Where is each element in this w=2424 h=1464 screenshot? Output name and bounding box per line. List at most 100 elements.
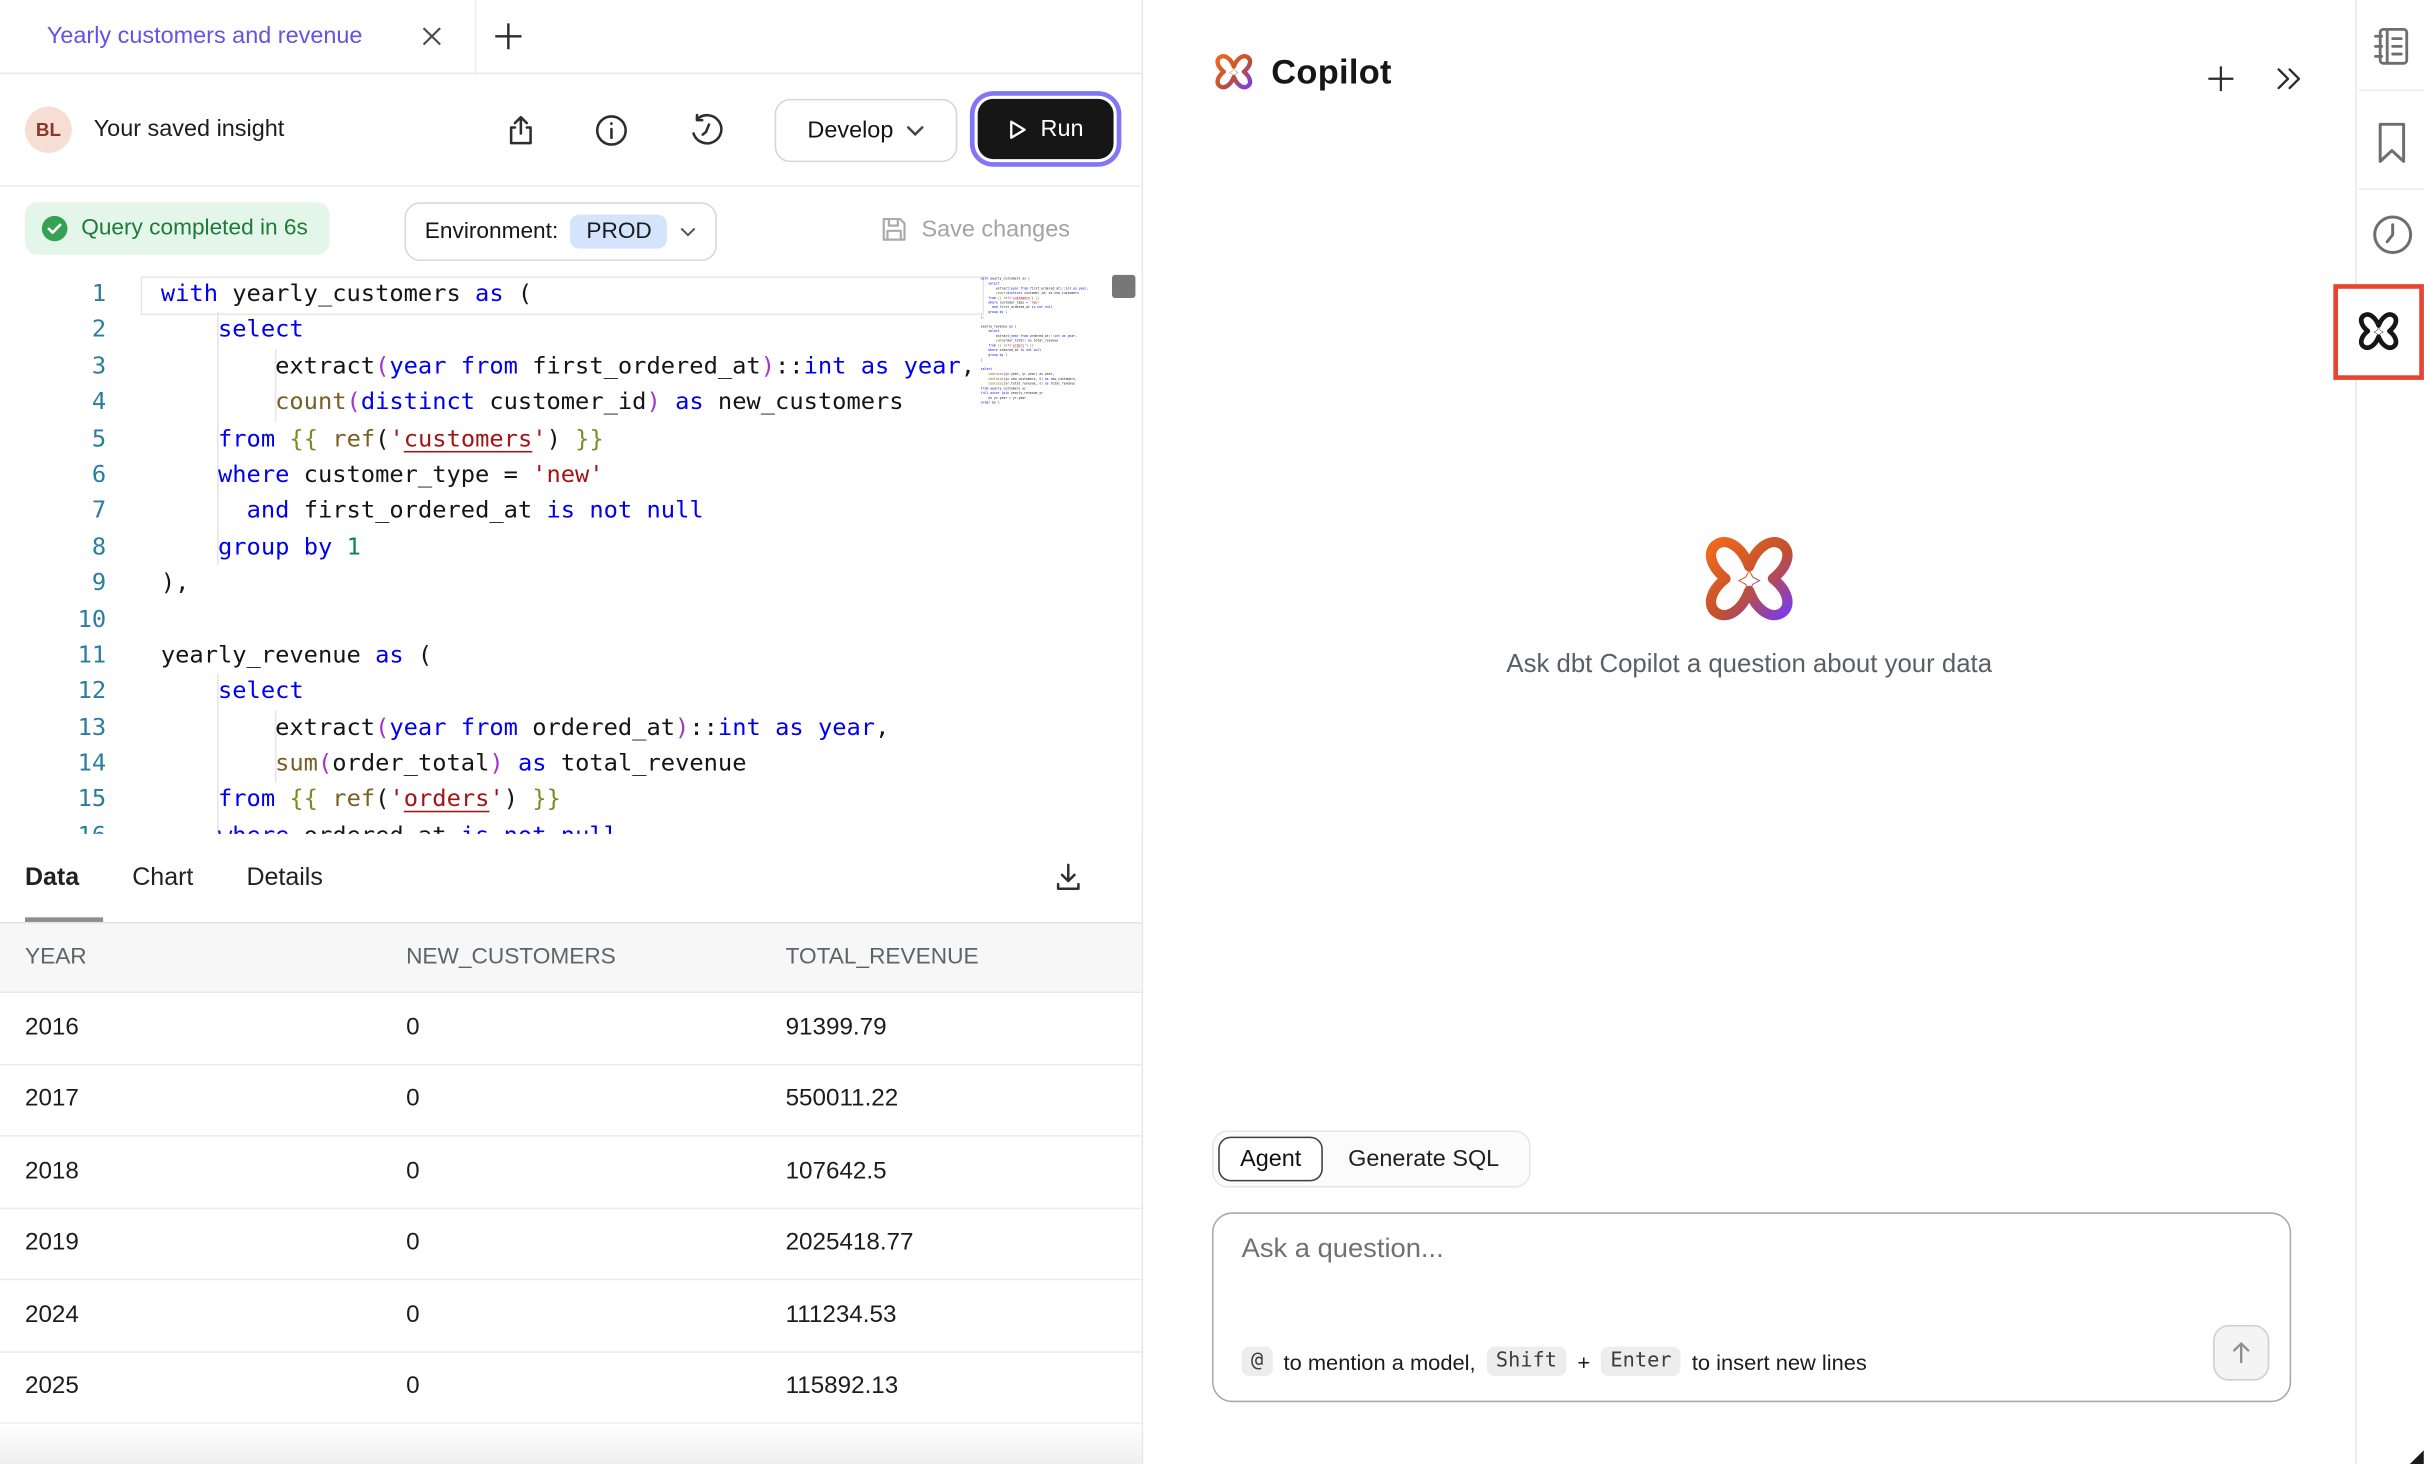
results-table-body: 2016091399.7920170550011.2220180107642.5… <box>0 993 1142 1424</box>
chevron-down-icon <box>680 226 697 237</box>
table-cell: 2019 <box>25 1230 406 1258</box>
tab-yearly-customers-and-revenue[interactable]: Yearly customers and revenue <box>0 0 476 73</box>
line-number: 10 <box>0 602 106 638</box>
code-line[interactable]: 9), <box>0 565 1142 601</box>
query-editor-panel: Yearly customers and revenue BL Your sav… <box>0 0 1143 1464</box>
history-icon[interactable] <box>689 113 725 149</box>
copilot-title: Copilot <box>1271 53 1392 93</box>
hint-mention-text: to mention a model, <box>1284 1349 1476 1374</box>
copilot-question-input[interactable]: Ask a question... @ to mention a model, … <box>1212 1212 2291 1402</box>
mode-agent-button[interactable]: Agent <box>1218 1137 1323 1182</box>
copilot-empty-state-text: Ask dbt Copilot a question about your da… <box>1143 650 2355 679</box>
code-line[interactable]: 2 select <box>0 313 1142 349</box>
code-line[interactable]: 11yearly_revenue as ( <box>0 638 1142 674</box>
line-number: 14 <box>0 746 106 782</box>
share-icon[interactable] <box>503 113 539 149</box>
line-number: 8 <box>0 529 106 565</box>
history-clock-icon[interactable] <box>2371 213 2415 256</box>
chevron-down-icon <box>906 124 925 136</box>
table-row: 2016091399.79 <box>0 993 1142 1065</box>
table-cell: 0 <box>406 1230 786 1258</box>
close-tab-icon[interactable] <box>419 23 446 49</box>
code-line[interactable]: 6 where customer_type = 'new' <box>0 457 1142 493</box>
run-button[interactable]: Run <box>978 99 1114 159</box>
hint-newlines-text: to insert new lines <box>1692 1349 1867 1374</box>
column-header-total-revenue: TOTAL_REVENUE <box>786 945 1142 970</box>
develop-dropdown[interactable]: Develop <box>775 99 958 162</box>
table-cell: 111234.53 <box>786 1301 1142 1329</box>
table-row: 20240111234.53 <box>0 1280 1142 1352</box>
tab-details[interactable]: Details <box>246 864 322 892</box>
line-number: 5 <box>0 421 106 457</box>
code-line[interactable]: 12 select <box>0 674 1142 710</box>
code-line[interactable]: 16 where ordered_at is not null <box>0 818 1142 834</box>
line-number: 16 <box>0 818 106 834</box>
info-icon[interactable] <box>593 113 629 149</box>
table-row: 20250115892.13 <box>0 1352 1142 1424</box>
arrow-up-icon <box>2230 1340 2252 1365</box>
line-number: 9 <box>0 565 106 601</box>
play-icon <box>1008 118 1028 140</box>
code-line[interactable]: 3 extract(year from first_ordered_at)::i… <box>0 349 1142 385</box>
table-row: 20180107642.5 <box>0 1137 1142 1209</box>
code-line[interactable]: 15 from {{ ref('orders') }} <box>0 782 1142 818</box>
code-line[interactable]: 4 count(distinct customer_id) as new_cus… <box>0 385 1142 421</box>
dbt-copilot-icon <box>1212 51 1256 94</box>
save-changes-label: Save changes <box>921 215 1069 241</box>
table-cell: 0 <box>406 1086 786 1114</box>
save-icon <box>879 214 909 243</box>
table-cell: 115892.13 <box>786 1373 1142 1401</box>
line-number: 4 <box>0 385 106 421</box>
active-tab-underline <box>25 917 103 922</box>
table-cell: 0 <box>406 1158 786 1186</box>
bookmark-icon[interactable] <box>2374 120 2410 165</box>
new-chat-icon[interactable] <box>2205 63 2236 94</box>
lineage-notebook-icon[interactable] <box>2371 25 2413 68</box>
send-button[interactable] <box>2213 1325 2269 1381</box>
download-icon[interactable] <box>1051 860 1085 894</box>
code-line[interactable]: 10 <box>0 602 1142 638</box>
rail-divider <box>2358 90 2424 92</box>
copilot-panel: Copilot Ask dbt Copilot a question about… <box>1143 0 2355 1464</box>
results-tab-bar: Data Chart Details <box>0 834 1142 924</box>
code-line[interactable]: 5 from {{ ref('customers') }} <box>0 421 1142 457</box>
query-status-text: Query completed in 6s <box>81 216 308 241</box>
column-header-new-customers: NEW_CUSTOMERS <box>406 945 786 970</box>
code-lines: 1with yearly_customers as (2 select3 ext… <box>0 276 1142 833</box>
table-cell: 107642.5 <box>786 1158 1142 1186</box>
table-cell: 91399.79 <box>786 1014 1142 1042</box>
editor-minimap[interactable]: with yearly_customers as ( select extrac… <box>981 276 1103 827</box>
save-changes-button[interactable]: Save changes <box>879 187 1070 270</box>
new-tab-icon[interactable] <box>492 20 525 52</box>
editor-scrollbar-thumb[interactable] <box>1112 275 1135 298</box>
environment-value-badge: PROD <box>571 215 668 249</box>
table-cell: 0 <box>406 1373 786 1401</box>
table-cell: 550011.22 <box>786 1086 1142 1114</box>
environment-selector[interactable]: Environment: PROD <box>405 202 718 261</box>
status-bar: Query completed in 6s Environment: PROD … <box>0 187 1142 270</box>
run-label: Run <box>1041 116 1084 142</box>
line-number: 12 <box>0 674 106 710</box>
line-number: 7 <box>0 493 106 529</box>
code-line[interactable]: 1with yearly_customers as ( <box>0 276 1142 312</box>
code-line[interactable]: 13 extract(year from ordered_at)::int as… <box>0 710 1142 746</box>
copilot-rail-button-active[interactable] <box>2333 284 2424 380</box>
check-circle-icon <box>41 215 69 243</box>
shift-key-chip: Shift <box>1487 1347 1567 1376</box>
at-key-chip: @ <box>1242 1347 1273 1376</box>
tab-chart[interactable]: Chart <box>132 864 193 892</box>
code-line[interactable]: 7 and first_ordered_at is not null <box>0 493 1142 529</box>
sql-code-editor[interactable]: 1with yearly_customers as (2 select3 ext… <box>0 270 1142 834</box>
line-number: 6 <box>0 457 106 493</box>
tab-bar: Yearly customers and revenue <box>0 0 1142 74</box>
avatar: BL <box>25 107 72 153</box>
code-line[interactable]: 14 sum(order_total) as total_revenue <box>0 746 1142 782</box>
tab-title: Yearly customers and revenue <box>47 0 363 73</box>
code-line[interactable]: 8 group by 1 <box>0 529 1142 565</box>
tab-data[interactable]: Data <box>25 864 79 892</box>
document-header: BL Your saved insight Develop Run <box>0 74 1142 187</box>
column-header-year: YEAR <box>25 945 406 970</box>
mode-generate-sql-button[interactable]: Generate SQL <box>1323 1138 1524 1180</box>
collapse-panel-icon[interactable] <box>2274 66 2302 91</box>
line-number: 2 <box>0 313 106 349</box>
